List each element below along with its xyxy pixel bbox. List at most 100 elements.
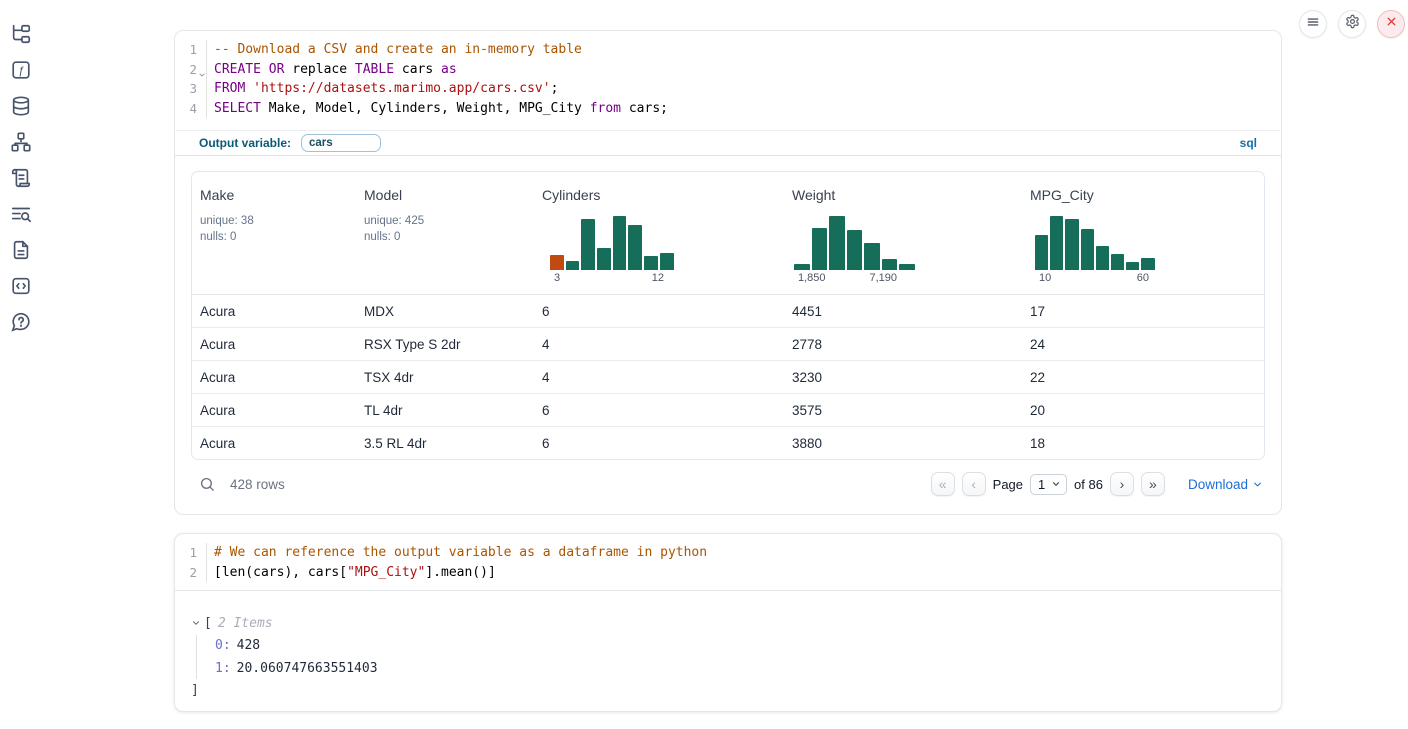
table-cell: 18 (1030, 427, 1045, 460)
table-row[interactable]: AcuraTSX 4dr4323022 (192, 361, 1264, 394)
table-cell: 2778 (792, 328, 822, 361)
tree-root-line: [ 2 Items (191, 612, 1281, 635)
table-cell: Acura (200, 427, 235, 460)
items-count-label: 2 Items (218, 616, 273, 631)
download-button[interactable]: Download (1188, 477, 1263, 492)
sql-code-editor[interactable]: 1-- Download a CSV and create an in-memo… (175, 31, 1281, 129)
function-icon[interactable]: ƒ (10, 59, 32, 81)
histogram-bar (1050, 216, 1063, 270)
column-stats-model: unique: 425nulls: 0 (364, 213, 424, 245)
tree-entry: 0: 428 (191, 635, 1281, 658)
code-line: 1# We can reference the output variable … (175, 543, 1281, 563)
gear-icon (1345, 14, 1360, 34)
histogram-bar (829, 216, 845, 270)
next-page-button[interactable]: › (1110, 472, 1134, 496)
database-icon[interactable] (10, 95, 32, 117)
table-row[interactable]: AcuraTL 4dr6357520 (192, 394, 1264, 427)
dependency-graph-icon[interactable] (10, 131, 32, 153)
shutdown-button[interactable] (1377, 10, 1405, 38)
table-cell: 6 (542, 427, 550, 460)
table-cell: 4 (542, 328, 550, 361)
table-cell: Acura (200, 394, 235, 427)
column-header-model[interactable]: Model (364, 187, 402, 203)
marimo-notebook-page: ƒ 1-- Download a CSV and (0, 0, 1408, 729)
code-line: 3FROM 'https://datasets.marimo.app/cars.… (175, 79, 1281, 99)
help-chat-icon[interactable] (10, 311, 32, 333)
table-cell: 3.5 RL 4dr (364, 427, 427, 460)
code-snippets-icon[interactable] (10, 275, 32, 297)
weight-histogram-axis: 1,8507,190 (794, 272, 915, 284)
cylinders-histogram-axis: 312 (550, 272, 674, 284)
histogram-bar (847, 230, 863, 270)
column-header-cylinders[interactable]: Cylinders (542, 187, 600, 203)
mpg-city-histogram[interactable] (1035, 214, 1155, 270)
histogram-bar (628, 225, 642, 270)
search-icon[interactable] (199, 476, 216, 493)
python-code-editor[interactable]: 1# We can reference the output variable … (175, 534, 1281, 591)
table-cell: 6 (542, 295, 550, 328)
first-page-button[interactable]: « (931, 472, 955, 496)
scroll-logs-icon[interactable] (10, 167, 32, 189)
page-total-label: of 86 (1074, 477, 1103, 492)
table-cell: RSX Type S 2dr (364, 328, 461, 361)
column-header-make[interactable]: Make (200, 187, 234, 203)
histogram-bar (550, 255, 564, 270)
settings-button[interactable] (1338, 10, 1366, 38)
table-row[interactable]: Acura3.5 RL 4dr6388018 (192, 427, 1264, 460)
column-header-mpg-city[interactable]: MPG_City (1030, 187, 1094, 203)
python-cell: 1# We can reference the output variable … (174, 533, 1282, 712)
histogram-bar (566, 261, 580, 270)
histogram-bar (899, 264, 915, 270)
column-header-weight[interactable]: Weight (792, 187, 835, 203)
page-select[interactable]: 1 (1030, 474, 1067, 495)
mpg-city-histogram-axis: 1060 (1035, 272, 1155, 284)
prev-page-button[interactable]: ‹ (962, 472, 986, 496)
table-cell: Acura (200, 361, 235, 394)
document-icon[interactable] (10, 239, 32, 261)
table-cell: 20 (1030, 394, 1045, 427)
language-badge[interactable]: sql (1240, 136, 1257, 150)
column-stats-make: unique: 38nulls: 0 (200, 213, 254, 245)
code-line: 1-- Download a CSV and create an in-memo… (175, 40, 1281, 60)
output-variable-input[interactable] (301, 134, 381, 152)
menu-button[interactable] (1299, 10, 1327, 38)
tree-close-line: ] (191, 680, 1281, 703)
table-row[interactable]: Acura RSX Type S 2dr 4 2778 24 (192, 328, 1264, 361)
histogram-bar (864, 243, 880, 270)
table-cell: 24 (1030, 328, 1045, 361)
row-count: 428 rows (230, 477, 285, 492)
indent-guide (196, 635, 197, 679)
sql-cell: 1-- Download a CSV and create an in-memo… (174, 30, 1282, 515)
table-header: Make unique: 38nulls: 0 Model unique: 42… (192, 172, 1264, 295)
tree-output: [ 2 Items 0: 428 1: 20.060747663551403 ] (175, 591, 1281, 702)
table-row[interactable]: AcuraMDX6445117 (192, 295, 1264, 328)
last-page-button[interactable]: » (1141, 472, 1165, 496)
table-cell: 4451 (792, 295, 822, 328)
weight-histogram[interactable] (794, 214, 915, 270)
histogram-bar (1096, 246, 1109, 270)
output-variable-bar: Output variable: sql (175, 130, 1281, 156)
search-list-icon[interactable] (10, 203, 32, 225)
results-table: Make unique: 38nulls: 0 Model unique: 42… (191, 171, 1265, 460)
pagination: « ‹ Page 1 of 86 › » Download (931, 472, 1263, 496)
cylinders-histogram[interactable] (550, 214, 674, 270)
svg-text:ƒ: ƒ (18, 65, 24, 77)
table-cell: Acura (200, 295, 235, 328)
table-cell: 4 (542, 361, 550, 394)
code-line: 2[len(cars), cars["MPG_City"].mean()] (175, 563, 1281, 583)
chevron-down-icon[interactable] (191, 618, 204, 628)
histogram-bar (597, 248, 611, 270)
code-line: 4SELECT Make, Model, Cylinders, Weight, … (175, 99, 1281, 119)
table-cell: Acura (200, 328, 235, 361)
histogram-bar (1035, 235, 1048, 270)
histogram-bar (613, 216, 627, 270)
table-cell: MDX (364, 295, 394, 328)
histogram-bar (1126, 262, 1139, 270)
file-tree-icon[interactable] (10, 23, 32, 45)
histogram-bar (644, 256, 658, 270)
table-cell: TSX 4dr (364, 361, 414, 394)
histogram-bar (1081, 229, 1094, 270)
histogram-bar (581, 219, 595, 270)
table-cell: 6 (542, 394, 550, 427)
code-line: 2CREATE OR replace TABLE cars as (175, 60, 1281, 80)
